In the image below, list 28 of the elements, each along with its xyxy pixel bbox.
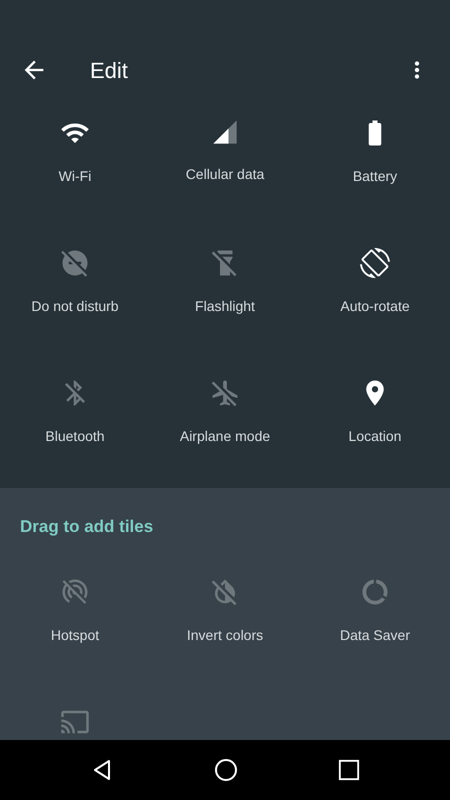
app-bar-title: Edit <box>90 56 128 84</box>
tile[interactable]: Flashlight <box>150 228 300 358</box>
tile-label: Hotspot <box>50 626 100 645</box>
tile[interactable]: Hotspot <box>0 557 150 687</box>
tile[interactable]: Airplane mode <box>150 358 300 488</box>
tile[interactable]: Cellular data <box>150 98 300 228</box>
recents-icon[interactable] <box>338 759 360 781</box>
tile[interactable]: Bluetooth <box>0 358 150 488</box>
tile[interactable]: Data Saver <box>300 557 450 687</box>
tile-label: Data Saver <box>340 626 410 645</box>
tile-label: Airplane mode <box>180 427 270 446</box>
tile-label: Do not disturb <box>31 297 119 316</box>
tile[interactable]: Location <box>300 358 450 488</box>
tile-label: Invert colors <box>186 626 264 645</box>
tile-label: Wi-Fi <box>58 167 92 186</box>
tile-label: Location <box>348 427 402 446</box>
tile[interactable]: Invert colors <box>150 557 300 687</box>
tile[interactable]: Battery <box>300 98 450 228</box>
tile-label: Battery <box>352 167 398 186</box>
tile[interactable]: Auto-rotate <box>300 228 450 358</box>
tile-label: Flashlight <box>195 297 255 316</box>
section-title: Drag to add tiles <box>20 516 154 538</box>
tile[interactable]: Do not disturb <box>0 228 150 358</box>
home-icon[interactable] <box>214 758 238 782</box>
tile-label: Cellular data <box>186 165 264 184</box>
tile-label: Bluetooth <box>45 427 105 446</box>
tile[interactable]: Wi-Fi <box>0 98 150 228</box>
tile-label: Auto-rotate <box>340 297 410 316</box>
